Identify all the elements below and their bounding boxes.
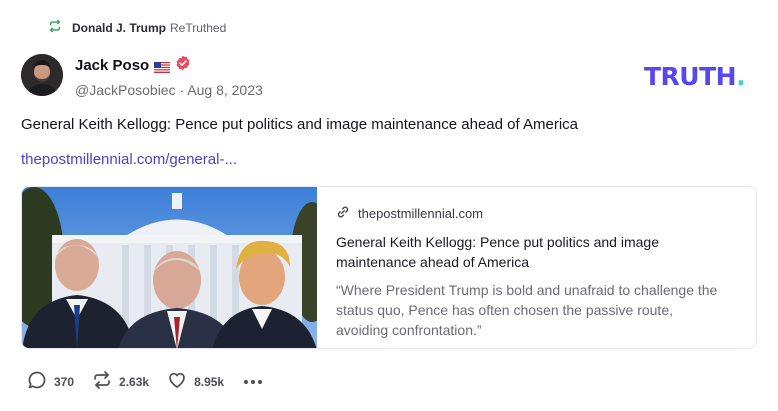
us-flag-icon xyxy=(154,60,171,73)
link-preview-image xyxy=(22,187,317,348)
link-preview-card[interactable]: thepostmillennial.com General Keith Kell… xyxy=(21,186,757,349)
reply-button[interactable]: 370 xyxy=(27,370,74,393)
meta-separator: · xyxy=(179,82,185,98)
retruth-user-link[interactable]: Donald J. Trump xyxy=(72,21,166,35)
retruth-label: ReTruthed xyxy=(170,20,227,35)
like-button[interactable]: 8.95k xyxy=(167,370,224,393)
retruth-button[interactable]: 2.63k xyxy=(92,370,149,393)
reply-count: 370 xyxy=(54,374,75,389)
post-actions-bar: 370 2.63k 8.95k xyxy=(27,370,263,393)
link-preview-body: thepostmillennial.com General Keith Kell… xyxy=(317,187,756,348)
link-description: “Where President Trump is bold and unafr… xyxy=(336,282,718,338)
author-handle[interactable]: @JackPosobiec xyxy=(75,82,176,98)
more-options-icon[interactable] xyxy=(244,379,263,384)
post-link[interactable]: thepostmillennial.com/general-... xyxy=(21,151,237,168)
retruth-header: Donald J. Trump ReTruthed xyxy=(48,19,226,36)
link-domain-row: thepostmillennial.com xyxy=(336,205,740,222)
avatar[interactable] xyxy=(21,54,63,96)
author-name[interactable]: Jack Poso xyxy=(75,57,149,74)
author-block: Jack Poso @JackPosobiec · Aug 8, 2023 xyxy=(75,55,263,98)
logo-text: TRUTH xyxy=(644,62,737,91)
like-count: 8.95k xyxy=(194,374,225,389)
retruth-icon xyxy=(48,19,62,36)
reply-icon xyxy=(27,370,47,393)
post-text: General Keith Kellogg: Pence put politic… xyxy=(21,116,579,133)
logo-dot: . xyxy=(736,62,746,91)
verified-badge-icon xyxy=(175,55,191,76)
link-icon xyxy=(336,205,350,222)
link-title: General Keith Kellogg: Pence put politic… xyxy=(336,234,659,270)
retruth-count: 2.63k xyxy=(119,374,150,389)
retruth-action-icon xyxy=(92,370,112,393)
post-date[interactable]: Aug 8, 2023 xyxy=(187,82,263,98)
author-meta: @JackPosobiec · Aug 8, 2023 xyxy=(75,82,263,98)
link-domain: thepostmillennial.com xyxy=(358,206,484,221)
heart-icon xyxy=(167,370,187,393)
truth-social-logo[interactable]: TRUTH. xyxy=(644,62,746,91)
